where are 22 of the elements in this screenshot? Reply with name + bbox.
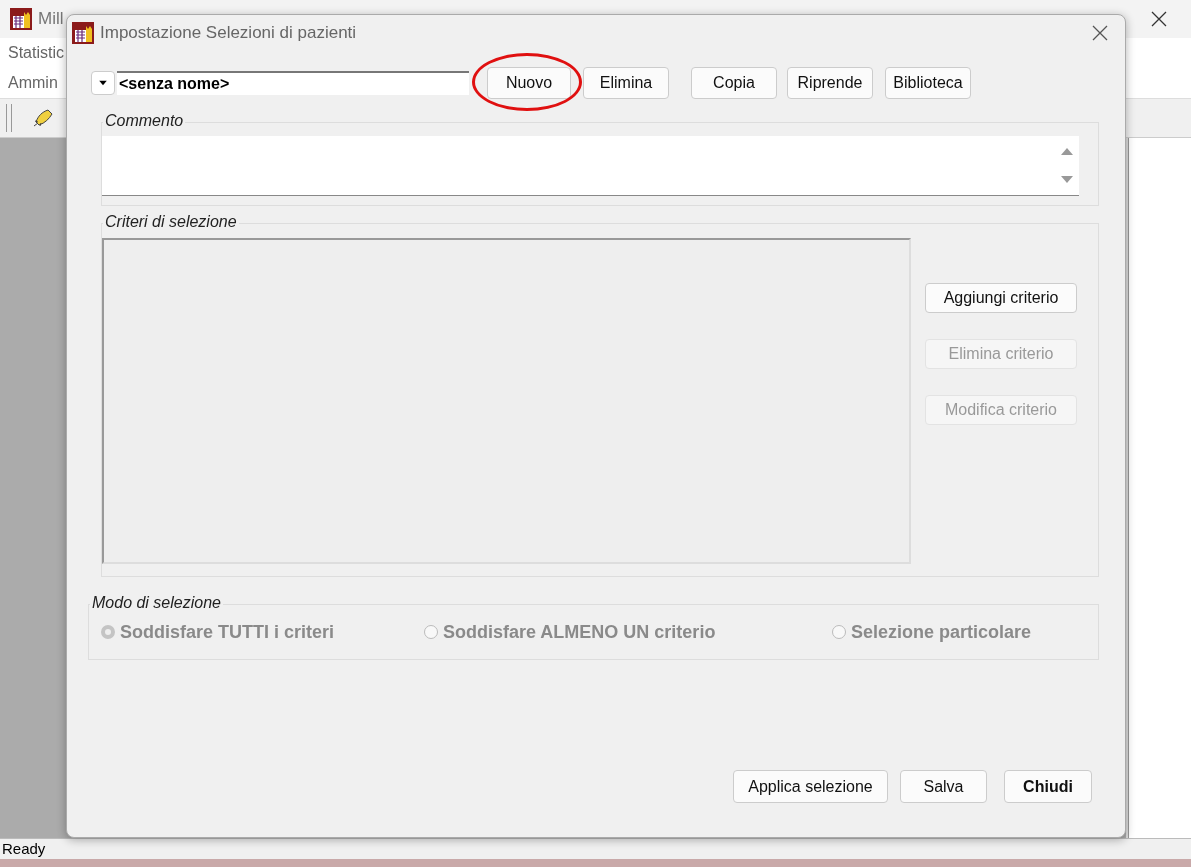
close-icon[interactable]	[1149, 9, 1169, 29]
close-icon[interactable]	[1091, 24, 1109, 42]
radio-label: Selezione particolare	[851, 621, 1032, 643]
radio-label: Soddisfare ALMENO UN criterio	[443, 621, 716, 643]
dropdown-icon[interactable]	[91, 71, 115, 95]
radio-label: Soddisfare TUTTI i criteri	[120, 621, 335, 643]
toolbar-button[interactable]: Copia	[691, 67, 777, 99]
toolbar-button[interactable]: Elimina	[583, 67, 669, 99]
status-text: Ready	[0, 838, 1191, 859]
app-title: Mill	[38, 9, 64, 29]
toolbar-button[interactable]: Riprende	[787, 67, 873, 99]
toolbar-button[interactable]: Biblioteca	[885, 67, 971, 99]
criteria-button[interactable]: Aggiungi criterio	[925, 283, 1077, 313]
dialog-button[interactable]: Chiudi	[1004, 770, 1092, 803]
app-logo-icon	[10, 8, 32, 30]
dialog-title: Impostazione Selezioni di pazienti	[100, 23, 357, 43]
dialog-button[interactable]: Applica selezione	[733, 770, 888, 803]
toolbar-button[interactable]: Nuovo	[487, 67, 571, 99]
name-field[interactable]: <senza nome>	[117, 71, 469, 95]
dialog-button[interactable]: Salva	[900, 770, 987, 803]
toolbar-grip	[6, 104, 12, 132]
app-logo-icon	[72, 22, 94, 44]
